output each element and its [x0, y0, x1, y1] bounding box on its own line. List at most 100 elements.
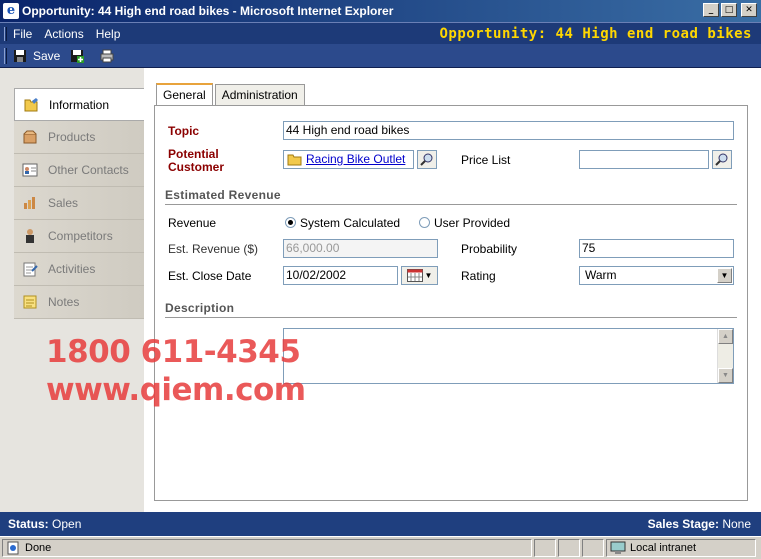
- tab-general[interactable]: General: [156, 83, 213, 106]
- information-icon: [24, 97, 38, 111]
- record-status: Status: Open: [8, 517, 81, 531]
- est-revenue-label: Est. Revenue ($): [168, 242, 259, 256]
- potential-customer-link[interactable]: Racing Bike Outlet: [306, 152, 405, 166]
- price-list-label: Price List: [461, 153, 511, 167]
- sales-stage-label: Sales Stage:: [647, 517, 719, 531]
- menu-actions[interactable]: Actions: [44, 27, 83, 41]
- print-button[interactable]: [100, 49, 120, 63]
- window-controls: _ □ ✕: [703, 3, 757, 17]
- browser-status-bar: Done Local intranet: [0, 536, 761, 559]
- description-section-title: Description: [165, 301, 235, 315]
- competitors-icon: [26, 229, 34, 243]
- save-button[interactable]: Save: [13, 49, 60, 63]
- contacts-icon: [22, 163, 38, 177]
- maximize-button[interactable]: □: [721, 3, 737, 17]
- price-list-lookup-button[interactable]: [712, 150, 732, 169]
- scroll-down-icon[interactable]: ▼: [718, 368, 733, 383]
- status-segment-1: [534, 539, 556, 557]
- save-label: Save: [33, 48, 61, 63]
- save-and-new-button[interactable]: [70, 49, 90, 63]
- description-divider: [165, 317, 737, 318]
- nav-item-sales[interactable]: Sales: [14, 187, 144, 220]
- nav-item-activities[interactable]: Activities: [14, 253, 144, 286]
- revenue-label: Revenue: [168, 216, 217, 230]
- revenue-user-provided-label: User Provided: [434, 216, 511, 230]
- window-title: Opportunity: 44 High end road bikes - Mi…: [22, 4, 394, 18]
- general-form: Topic 44 High end road bikes Potential C…: [154, 105, 748, 501]
- rating-label: Rating: [461, 269, 496, 283]
- activities-icon: [23, 262, 38, 277]
- date-picker-button[interactable]: ▼: [401, 266, 438, 285]
- menu-bar: File Actions Help Opportunity: 44 High e…: [0, 22, 761, 44]
- estimated-revenue-divider: [165, 204, 737, 205]
- print-icon: [100, 49, 114, 62]
- main-area: Information Products Other Contacts Sale…: [0, 68, 761, 512]
- revenue-system-calculated-radio[interactable]: [285, 217, 296, 228]
- status-label: Status:: [8, 517, 49, 531]
- potential-customer-lookup-button[interactable]: [417, 150, 437, 169]
- local-intranet-icon: [610, 541, 626, 554]
- nav-label-notes: Notes: [48, 295, 80, 309]
- menu-grip: [4, 26, 7, 41]
- security-zone-segment: Local intranet: [606, 539, 756, 557]
- topic-input[interactable]: 44 High end road bikes: [283, 121, 734, 140]
- est-revenue-input[interactable]: 66,000.00: [283, 239, 438, 258]
- topic-label: Topic: [168, 124, 200, 138]
- status-segment-3: [582, 539, 604, 557]
- toolbar-grip: [4, 47, 7, 64]
- menu-file[interactable]: File: [13, 27, 32, 41]
- nav-label-products: Products: [48, 130, 96, 144]
- notes-icon: [23, 295, 37, 309]
- window-title-bar: e Opportunity: 44 High end road bikes - …: [0, 0, 761, 22]
- status-segment-2: [558, 539, 580, 557]
- est-close-date-input[interactable]: 10/02/2002: [283, 266, 398, 285]
- folder-icon: [287, 154, 302, 166]
- browser-status-text: Done: [25, 542, 52, 554]
- page-done-icon: [7, 541, 19, 555]
- sales-stage: Sales Stage: None: [648, 517, 751, 531]
- description-scrollbar[interactable]: ▲ ▼: [717, 329, 733, 383]
- browser-status-text-segment: Done: [2, 539, 532, 557]
- status-value: Open: [52, 517, 82, 531]
- magnifier-icon: [420, 153, 433, 166]
- nav-label-competitors: Competitors: [48, 229, 113, 243]
- magnifier-icon: [715, 153, 728, 166]
- nav-item-notes[interactable]: Notes: [14, 286, 144, 319]
- record-title: Opportunity: 44 High end road bikes: [439, 26, 752, 42]
- content-panel: General Administration Topic 44 High end…: [144, 68, 761, 512]
- estimated-revenue-section-title: Estimated Revenue: [165, 188, 281, 202]
- price-list-input[interactable]: [579, 150, 709, 169]
- revenue-system-calculated-label: System Calculated: [300, 216, 401, 230]
- chevron-down-icon[interactable]: ▼: [717, 268, 732, 283]
- save-and-new-icon: [71, 49, 85, 63]
- nav-item-competitors[interactable]: Competitors: [14, 220, 144, 253]
- probability-input[interactable]: 75: [579, 239, 734, 258]
- est-close-date-label: Est. Close Date: [168, 269, 252, 283]
- close-button[interactable]: ✕: [741, 3, 757, 17]
- record-status-bar: Status: Open Sales Stage: None: [0, 512, 761, 536]
- rating-selected-value: Warm: [585, 268, 617, 282]
- nav-item-other-contacts[interactable]: Other Contacts: [14, 154, 144, 187]
- internet-explorer-icon: e: [3, 3, 19, 19]
- nav-item-information[interactable]: Information: [14, 88, 144, 121]
- menu-help[interactable]: Help: [96, 27, 121, 41]
- nav-label-sales: Sales: [48, 196, 79, 210]
- minimize-button[interactable]: _: [703, 3, 719, 17]
- sales-icon: [24, 197, 35, 209]
- tab-strip: General Administration: [156, 83, 307, 107]
- nav-label-activities: Activities: [48, 262, 96, 276]
- sales-stage-value: None: [722, 517, 751, 531]
- potential-customer-label-line1: Potential: [168, 147, 219, 161]
- nav-label-other-contacts: Other Contacts: [48, 163, 129, 177]
- tab-administration[interactable]: Administration: [214, 84, 305, 106]
- potential-customer-field[interactable]: Racing Bike Outlet: [283, 150, 414, 169]
- left-navigation: Information Products Other Contacts Sale…: [14, 88, 144, 319]
- revenue-user-provided-radio[interactable]: [419, 217, 430, 228]
- calendar-icon: [406, 269, 423, 282]
- rating-select[interactable]: Warm ▼: [579, 266, 734, 285]
- security-zone-text: Local intranet: [630, 542, 697, 554]
- nav-item-products[interactable]: Products: [14, 121, 144, 154]
- products-icon: [23, 130, 37, 144]
- scroll-up-icon[interactable]: ▲: [718, 329, 733, 344]
- description-textarea[interactable]: ▲ ▼: [283, 328, 734, 384]
